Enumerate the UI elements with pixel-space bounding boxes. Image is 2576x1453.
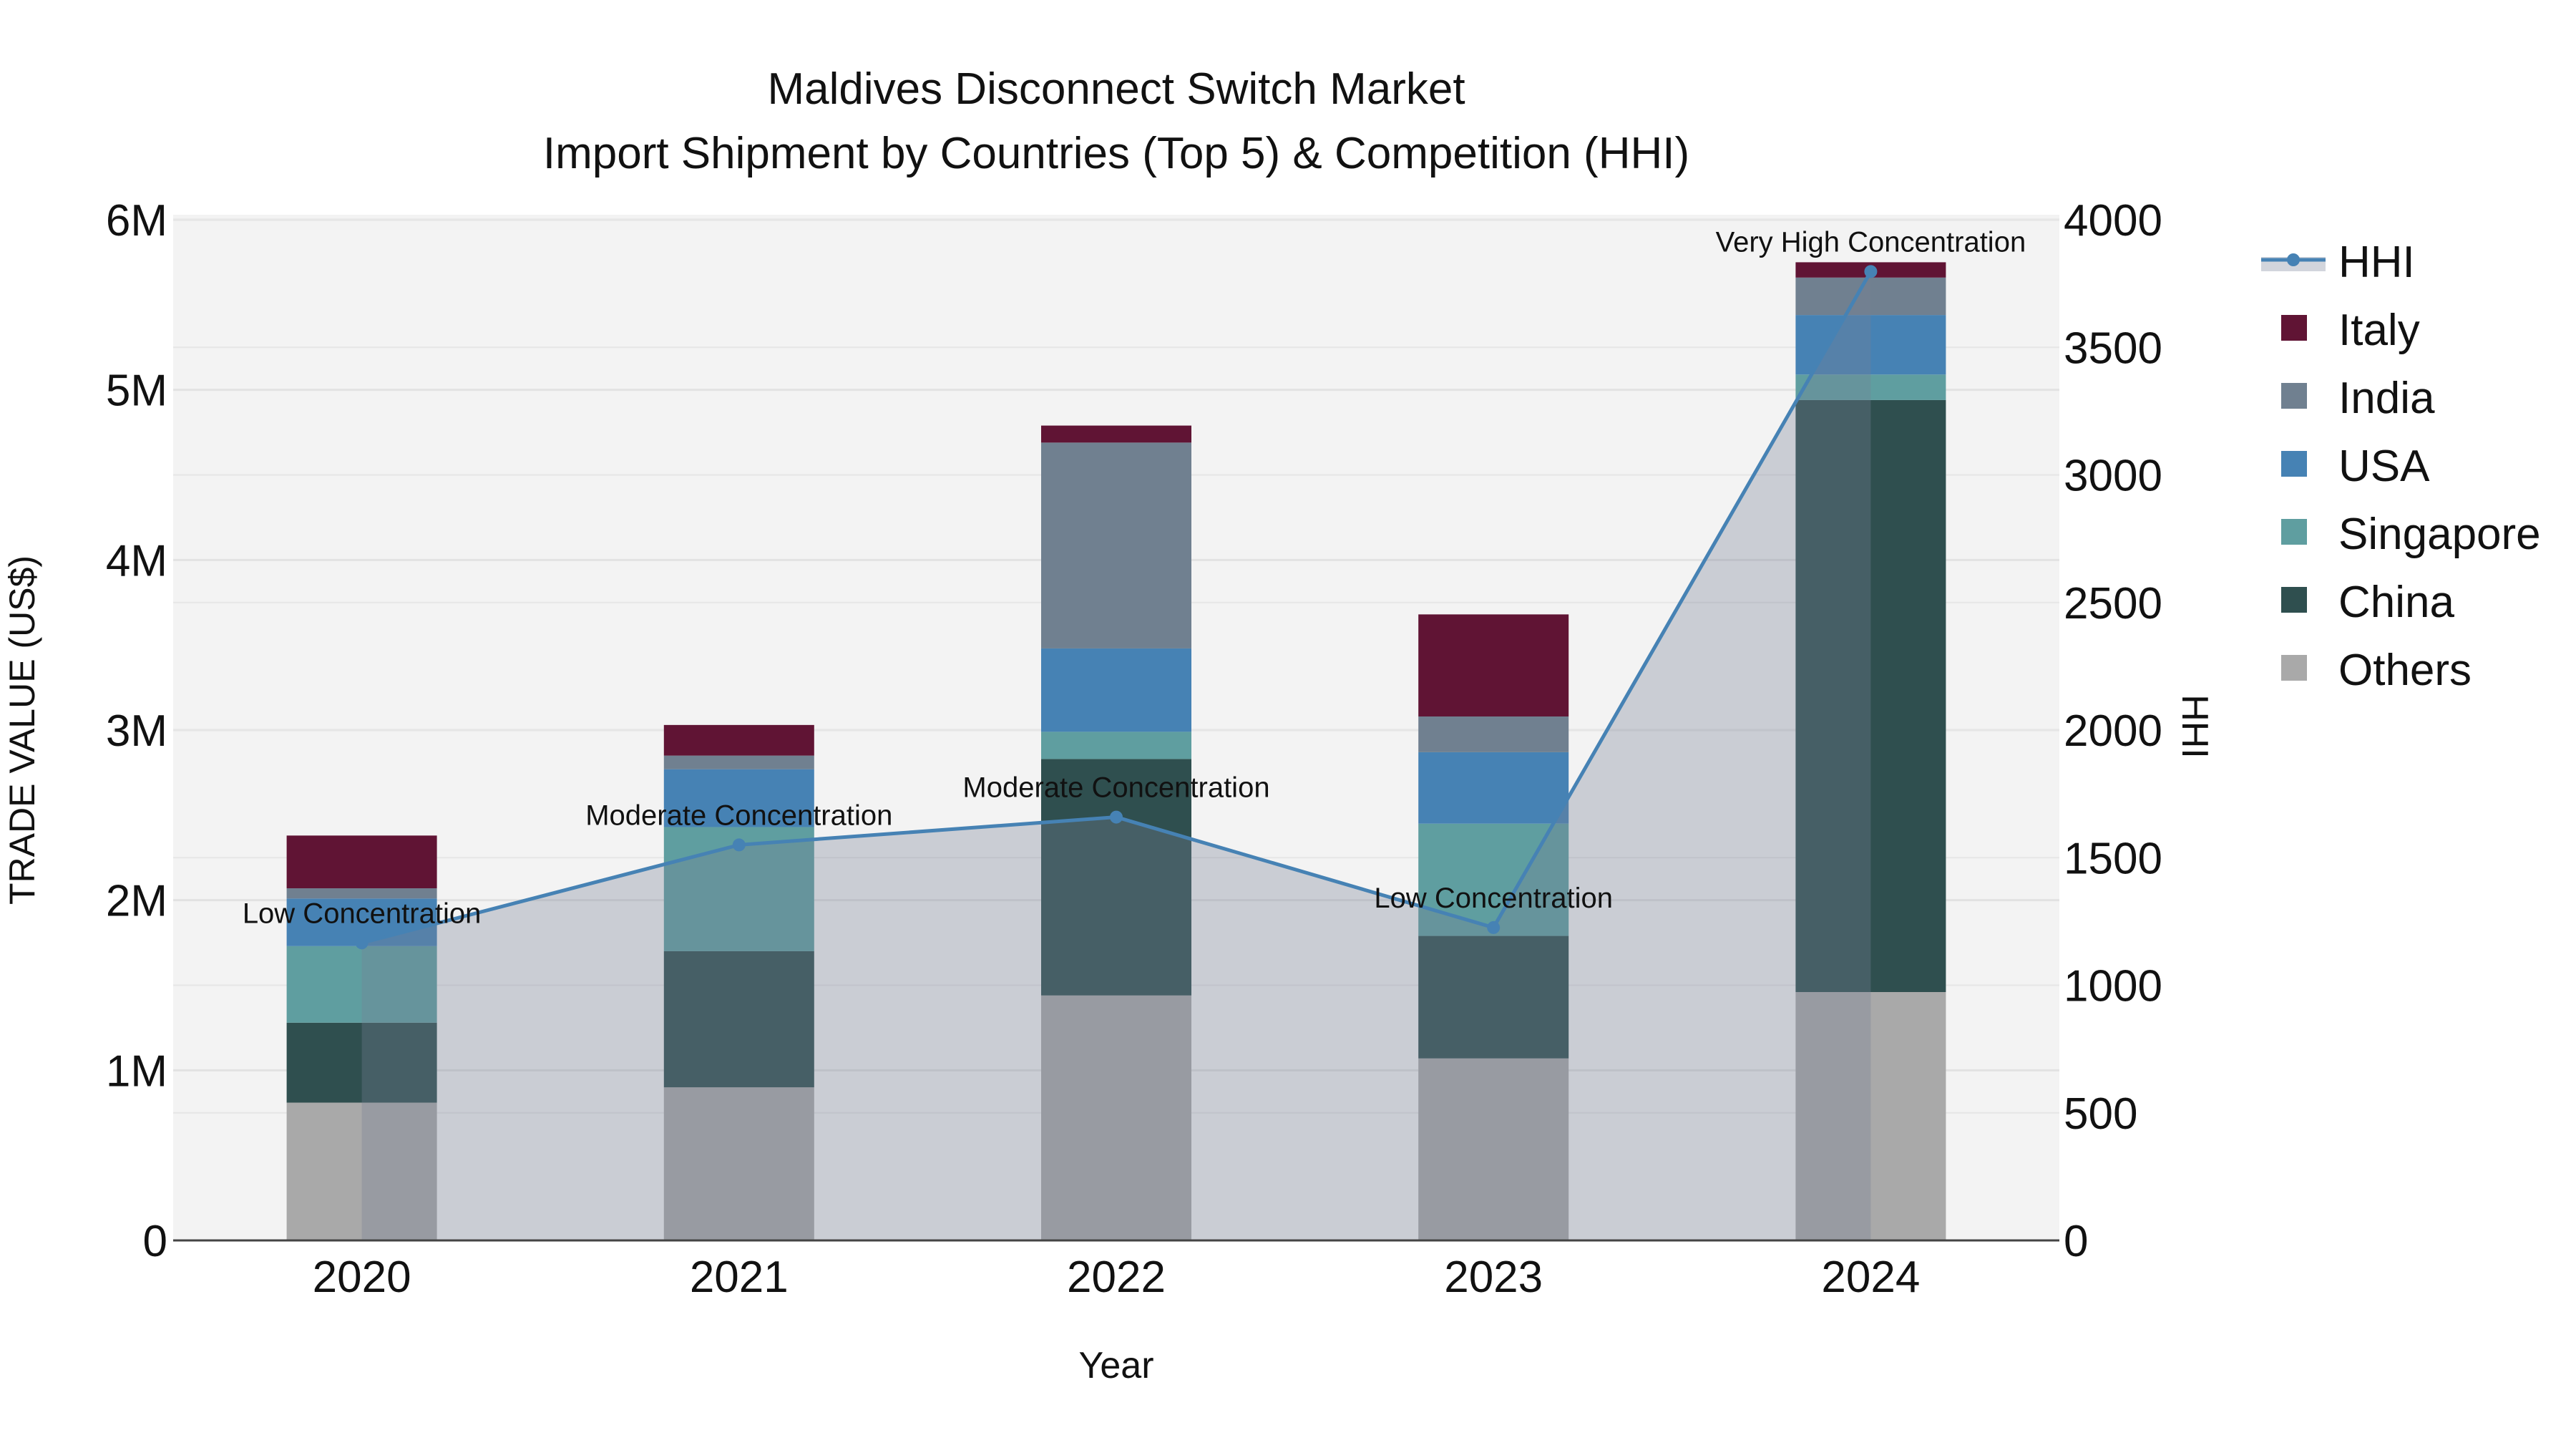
y-axis-title: TRADE VALUE (US$) [2, 555, 42, 905]
hhi-annotation-2021: Moderate Concentration [585, 800, 892, 831]
hhi-point-2020 [355, 936, 369, 950]
hhi-point-2021 [732, 838, 746, 852]
legend-swatch [2281, 451, 2307, 477]
hhi-annotation-2022: Moderate Concentration [962, 772, 1269, 804]
legend-item-others: Others [2281, 646, 2472, 695]
hhi-point-2022 [1110, 810, 1123, 824]
legend-swatch [2281, 655, 2307, 681]
legend-label: USA [2338, 442, 2430, 491]
legend-swatch [2281, 519, 2307, 545]
y2-tick-label: 500 [2064, 1089, 2137, 1139]
legend: HHI Italy India USA Singapore China Others [2261, 238, 2541, 695]
legend-item-hhi: HHI [2261, 238, 2415, 287]
y2-axis-title: HHI [2174, 694, 2215, 759]
legend-label: India [2338, 374, 2435, 423]
legend-swatch [2281, 587, 2307, 613]
chart: Low Concentration Moderate Concentration M… [2, 64, 2541, 1386]
y-tick-label: 6M [106, 196, 167, 246]
bar-india-2021 [663, 755, 814, 769]
bar-italy-2021 [663, 724, 814, 756]
y2-tick-label: 3500 [2064, 324, 2162, 373]
y-tick-label: 0 [143, 1217, 167, 1266]
legend-item-italy: Italy [2281, 306, 2420, 355]
x-tick-label: 2022 [1067, 1253, 1166, 1302]
bar-singapore-2022 [1041, 732, 1191, 759]
x-tick-label: 2020 [313, 1253, 411, 1302]
legend-item-usa: USA [2281, 442, 2430, 491]
bar-italy-2023 [1418, 614, 1569, 716]
hhi-point-2024 [1864, 265, 1878, 278]
hhi-annotation-2024: Very High Concentration [1716, 226, 2026, 258]
x-tick-label: 2021 [690, 1253, 789, 1302]
y-tick-label: 2M [106, 877, 167, 926]
bar-india-2020 [286, 888, 437, 899]
y2-tick-label: 2500 [2064, 579, 2162, 628]
y-tick-label: 5M [106, 366, 167, 416]
y2-tick-label: 3000 [2064, 452, 2162, 501]
hhi-annotation-2020: Low Concentration [243, 898, 482, 929]
bar-italy-2020 [286, 835, 437, 889]
chart-title: Maldives Disconnect Switch Market [767, 64, 1465, 114]
bar-italy-2022 [1041, 425, 1191, 443]
legend-label: Italy [2338, 306, 2420, 355]
y-tick-label: 1M [106, 1046, 167, 1096]
legend-label: China [2338, 578, 2455, 627]
legend-label: Singapore [2338, 510, 2541, 559]
bar-india-2022 [1041, 442, 1191, 648]
legend-label: Others [2338, 646, 2472, 695]
legend-item-china: China [2281, 578, 2455, 627]
y2-tick-label: 1500 [2064, 834, 2162, 883]
y2-tick-label: 2000 [2064, 706, 2162, 756]
x-axis-title: Year [1078, 1345, 1153, 1386]
bar-usa-2022 [1041, 648, 1191, 732]
legend-swatch-hhi-marker [2287, 253, 2300, 266]
bar-usa-2023 [1418, 752, 1569, 824]
y2-tick-label: 4000 [2064, 196, 2162, 246]
y-tick-label: 4M [106, 536, 167, 585]
x-tick-label: 2024 [1821, 1253, 1920, 1302]
hhi-annotation-2023: Low Concentration [1374, 883, 1613, 914]
hhi-point-2023 [1487, 920, 1501, 934]
legend-item-india: India [2281, 374, 2435, 423]
y-tick-label: 3M [106, 706, 167, 756]
legend-swatch [2281, 383, 2307, 409]
legend-swatch [2281, 315, 2307, 341]
y2-tick-label: 1000 [2064, 962, 2162, 1011]
x-tick-label: 2023 [1444, 1253, 1543, 1302]
y2-tick-label: 0 [2064, 1217, 2088, 1266]
chart-subtitle: Import Shipment by Countries (Top 5) & C… [543, 129, 1689, 178]
bar-india-2023 [1418, 716, 1569, 752]
legend-label: HHI [2338, 238, 2415, 287]
legend-item-singapore: Singapore [2281, 510, 2541, 559]
